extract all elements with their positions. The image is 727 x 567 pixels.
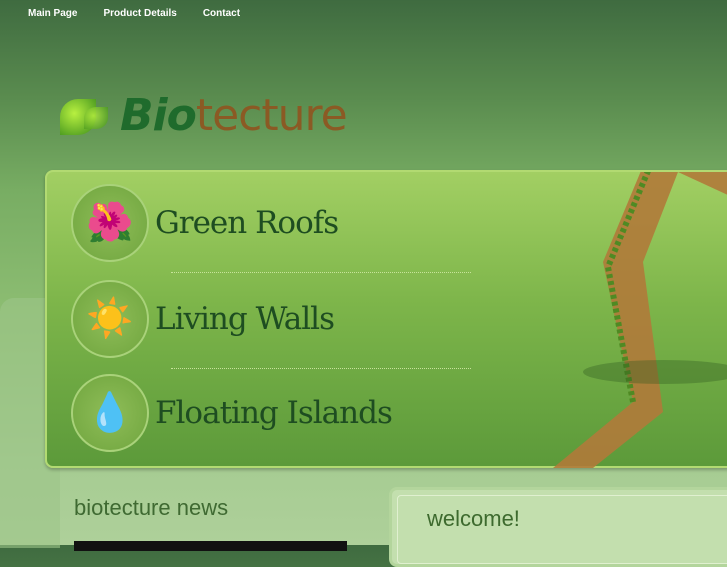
nav-main-page[interactable]: Main Page — [28, 8, 77, 19]
welcome-title: welcome! — [427, 506, 520, 531]
welcome-box: welcome! — [389, 487, 727, 567]
feature-floating-islands[interactable]: 💧 Floating Islands — [71, 374, 393, 452]
top-nav: Main Page Product Details Contact — [28, 8, 240, 19]
logo-text: Biotecture — [120, 90, 348, 141]
news-title: biotecture news — [74, 495, 229, 520]
divider — [171, 272, 471, 273]
nav-contact[interactable]: Contact — [203, 8, 240, 19]
feature-living-walls[interactable]: ☀️ Living Walls — [71, 280, 335, 358]
feature-label: Living Walls — [155, 301, 335, 337]
flower-icon: 🌺 — [71, 184, 149, 262]
logo-bio: Bio — [120, 90, 197, 141]
nav-product-details[interactable]: Product Details — [103, 8, 176, 19]
divider — [171, 368, 471, 369]
leaf-logo-icon — [58, 93, 114, 139]
logo[interactable]: Biotecture — [58, 90, 348, 141]
sun-icon: ☀️ — [71, 280, 149, 358]
feature-label: Green Roofs — [155, 205, 339, 241]
feature-label: Floating Islands — [155, 395, 393, 431]
logo-tecture: tecture — [195, 90, 348, 141]
feature-banner: 🌺 Green Roofs ☀️ Living Walls 💧 Floating… — [45, 170, 727, 468]
news-image[interactable] — [74, 541, 347, 551]
water-drops-icon: 💧 — [71, 374, 149, 452]
feature-green-roofs[interactable]: 🌺 Green Roofs — [71, 184, 339, 262]
